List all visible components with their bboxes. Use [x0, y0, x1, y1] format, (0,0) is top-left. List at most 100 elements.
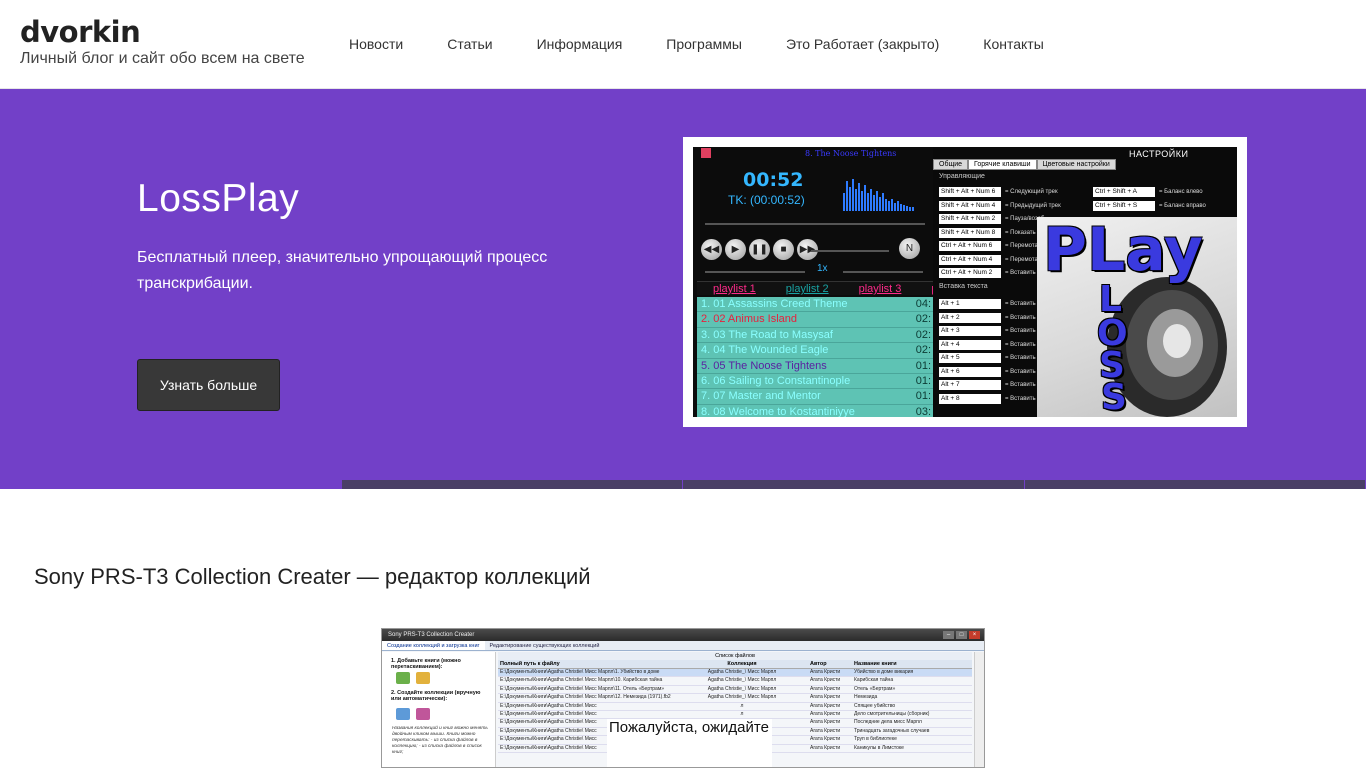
table-cell: E:\Документы\Книги\Agatha Christie\ Мисс [500, 711, 597, 718]
table-row: E:\Документы\Книги\Agatha Christie\ Мисс… [498, 702, 972, 712]
playlist-tab-1[interactable]: playlist 1 [697, 282, 770, 295]
manual-collection-icon [396, 708, 410, 720]
table-cell: Agatha Christie_\ Мисс Марпл [707, 685, 777, 692]
hotkey-field[interactable]: Alt + 4 [939, 339, 1001, 350]
slider-dot-1[interactable] [342, 480, 684, 489]
nav-item-articles[interactable]: Статьи [425, 32, 514, 56]
table-cell: л [740, 702, 744, 709]
settings-tab-general[interactable]: Общие [933, 159, 969, 170]
track-duration: 01: [915, 359, 931, 372]
nav-item-news[interactable]: Новости [327, 32, 425, 56]
table-cell: л [740, 711, 744, 718]
hotkey-field[interactable]: Alt + 8 [939, 393, 1001, 404]
table-cell: Agatha Christie_\ Мисс Марпл [707, 669, 777, 675]
stop-icon[interactable]: ■ [773, 239, 794, 260]
brand[interactable]: dvorkin Личный блог и сайт обо всем на с… [20, 14, 305, 68]
group-insert-label: Вставка текста [939, 283, 988, 290]
player-screenshot: 8. The Noose Tightens 00:52 TK: (00:00:5… [693, 147, 933, 417]
track-duration: 04: [915, 298, 931, 310]
col-author: Автор [810, 661, 827, 667]
hotkey-action: = Предыдущий трек [1005, 202, 1061, 209]
add-folder-icon [416, 672, 430, 684]
hotkey-action: = Вставить [1005, 270, 1036, 276]
group-control-label: Управляющие [939, 173, 985, 180]
site-title[interactable]: dvorkin [20, 14, 305, 50]
hotkey-field[interactable]: Ctrl + Alt + Num 6 [939, 241, 1001, 251]
playlist-tab-3[interactable]: playlist 3 [843, 282, 916, 295]
playlist-item[interactable]: 7. 07 Master and Mentor 01: [697, 389, 933, 405]
playlist-item[interactable]: 4. 04 The Wounded Eagle 02: [697, 343, 933, 359]
playlist-item[interactable]: 3. 03 The Road to Masysaf 02: [697, 328, 933, 344]
hotkey-field[interactable]: Alt + 1 [939, 299, 1001, 309]
playlist-item[interactable]: 8. 08 Welcome to Kostantiniyye 03: [697, 405, 933, 417]
rewind-icon[interactable]: ◀◀ [701, 239, 722, 260]
playlist-item[interactable]: 1. 01 Assassins Creed Theme 04: [697, 297, 933, 313]
article-screenshot[interactable]: Sony PRS-T3 Collection Creater – □ × Соз… [381, 628, 985, 768]
settings-tabs: Общие Горячие клавиши Цветовые настройки [933, 159, 1116, 170]
seek-slider[interactable] [705, 223, 925, 225]
table-cell: Тринадцать загадочных случаев [854, 727, 930, 734]
table-cell: Agatha Christie_\ Мисс Марпл [707, 694, 777, 701]
hotkey-field[interactable]: Shift + Alt + Num 4 [939, 200, 1001, 211]
speed-value: 1x [817, 263, 828, 274]
pause-icon[interactable]: ❚❚ [749, 239, 770, 260]
hotkey-field[interactable]: Shift + Alt + Num 8 [939, 227, 1001, 238]
col-book-title: Название книги [854, 661, 897, 667]
track-duration: 03: [915, 405, 931, 417]
learn-more-button[interactable]: Узнать больше [137, 359, 280, 411]
slider-dot-3[interactable] [1024, 480, 1366, 489]
mode-n-icon[interactable]: N [899, 238, 920, 259]
table-header: Полный путь к файлу Коллекция Автор Назв… [498, 660, 972, 669]
hotkey-field[interactable]: Alt + 6 [939, 366, 1001, 377]
track-name: 3. 03 The Road to Masysaf [701, 328, 833, 341]
hotkey-field[interactable]: Ctrl + Alt + Num 4 [939, 254, 1001, 265]
play-icon[interactable]: ▶ [725, 239, 746, 260]
hero-image[interactable]: 8. The Noose Tightens 00:52 TK: (00:00:5… [683, 137, 1247, 427]
hotkey-field[interactable]: Shift + Alt + Num 2 [939, 214, 1001, 224]
hotkey-field[interactable]: Ctrl + Shift + S [1093, 200, 1155, 211]
balance-slider[interactable] [705, 271, 805, 273]
playlist-tab-4[interactable]: play [915, 282, 933, 295]
hotkey-field[interactable]: Alt + 7 [939, 380, 1001, 390]
pitch-slider[interactable] [843, 271, 923, 273]
table-cell: Дело смотрительницы (сборник) [854, 711, 930, 718]
hotkey-field[interactable]: Alt + 3 [939, 326, 1001, 336]
hotkey-action: = Вставить [1005, 368, 1036, 375]
table-cell: Агата Кристи [810, 677, 841, 684]
hotkey-field[interactable]: Ctrl + Shift + A [1093, 187, 1155, 197]
hotkey-field[interactable]: Alt + 5 [939, 353, 1001, 363]
hotkey-field[interactable]: Ctrl + Alt + Num 2 [939, 268, 1001, 278]
nav-item-it-works[interactable]: Это Работает (закрыто) [764, 32, 961, 56]
playlist-item[interactable]: 5. 05 The Noose Tightens 01: [697, 359, 933, 374]
settings-tab-colors[interactable]: Цветовые настройки [1036, 159, 1116, 170]
step-create-collections: 2. Создайте коллекции (вручную или автом… [391, 690, 481, 702]
table-cell: Агата Кристи [810, 744, 841, 751]
settings-tab-hotkeys[interactable]: Горячие клавиши [968, 159, 1037, 170]
settings-screenshot: НАСТРОЙКИ Общие Горячие клавиши Цветовые… [933, 147, 1237, 417]
playlist-item[interactable]: 2. 02 Animus Island 02: [697, 312, 933, 328]
table-scrollbar [974, 652, 984, 767]
playlist-item[interactable]: 6. 06 Sailing to Constantinople 01: [697, 374, 933, 390]
table-cell: E:\Документы\Книги\Agatha Christie\ Мисс… [500, 685, 665, 692]
help-note: Названия коллекций и книг можно менять д… [392, 726, 488, 755]
volume-slider[interactable] [811, 250, 889, 252]
hotkey-action: = Следующий трек [1005, 189, 1058, 195]
window-tabs: Создание коллекций и загрузка книг Редак… [382, 641, 984, 651]
hotkey-action: = Вставить [1005, 341, 1036, 348]
nav-item-contacts[interactable]: Контакты [961, 32, 1065, 56]
nav-item-programs[interactable]: Программы [644, 32, 764, 56]
table-cell: E:\Документы\Книги\Agatha Christie\ Мисс… [500, 677, 663, 684]
logo-top-text: PLay [1043, 217, 1203, 285]
table-cell: Каникулы в Лимстоке [854, 744, 904, 751]
slider-dot-2[interactable] [683, 480, 1025, 489]
table-cell: Карибская тайна [854, 677, 894, 684]
nav-item-information[interactable]: Информация [515, 32, 645, 56]
close-icon: × [969, 631, 980, 639]
article-title[interactable]: Sony PRS-T3 Collection Creater — редакто… [34, 564, 591, 590]
playlist-tab-2[interactable]: playlist 2 [770, 282, 843, 295]
hotkey-field[interactable]: Alt + 2 [939, 312, 1001, 323]
hotkey-field[interactable]: Shift + Alt + Num 6 [939, 187, 1001, 197]
table-cell: Отель «Бертрам» [854, 685, 896, 692]
table-row: E:\Документы\Книги\Agatha Christie\ Мисс… [498, 685, 972, 695]
hotkey-action: = Вставить [1005, 314, 1036, 321]
